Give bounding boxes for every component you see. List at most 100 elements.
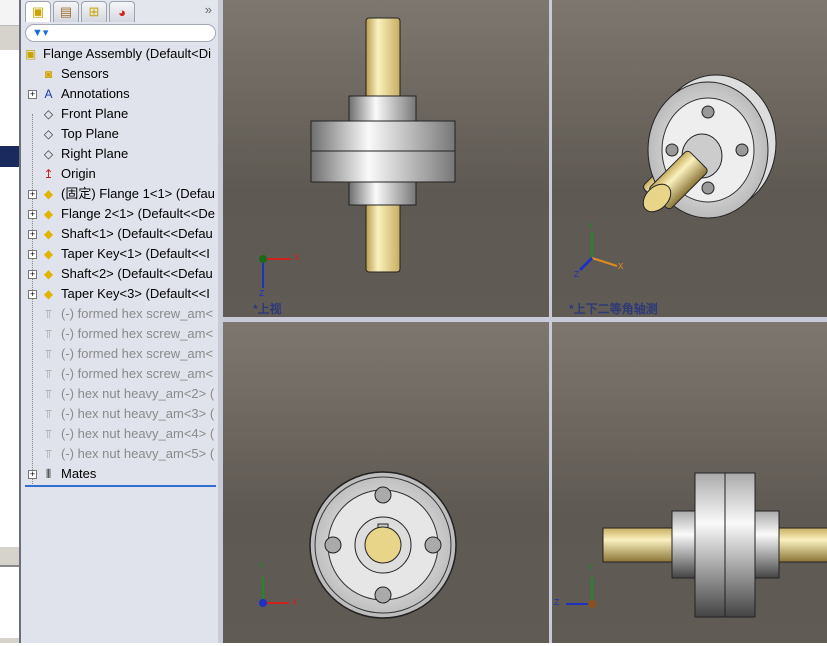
tree-item-label: (固定) Flange 1<1> (Defau (61, 186, 215, 201)
plane-icon: ◇ (43, 107, 54, 121)
plane-icon: ◇ (43, 147, 54, 161)
screw-icon: ⫪ (45, 407, 52, 421)
tree-item[interactable]: ◇ Front Plane (21, 104, 216, 124)
axis-z-label: Z (554, 598, 560, 608)
axis-z-label: Z (259, 289, 265, 299)
tree-item[interactable]: + ◆ (固定) Flange 1<1> (Defau (21, 184, 216, 204)
tree-item-label: Front Plane (61, 106, 129, 121)
assembly-icon: ▣ (24, 47, 37, 61)
tree-item[interactable]: ⫪ (-) formed hex screw_am< (21, 304, 216, 324)
tab-propertymanager[interactable]: ▤ (53, 1, 79, 22)
tree-item[interactable]: ◇ Top Plane (21, 124, 216, 144)
model-isometric-view (578, 74, 777, 272)
filter-icon: ▼▾ (32, 27, 49, 39)
expand-button[interactable]: + (28, 190, 37, 199)
tree-item[interactable]: ⫪ (-) formed hex screw_am< (21, 344, 216, 364)
expand-button[interactable]: + (28, 290, 37, 299)
origin-icon: ↥ (43, 167, 54, 181)
screw-icon: ⫪ (45, 447, 52, 461)
screw-icon: ⫪ (45, 307, 52, 321)
panel-tabs: ▣ ▤ ⊞ ◕ » (21, 0, 218, 22)
tree-item-label: Annotations (61, 86, 130, 101)
tree-item[interactable]: + ◆ Taper Key<1> (Default<<I (21, 244, 216, 264)
tree-item[interactable]: ⫪ (-) hex nut heavy_am<5> ( (21, 444, 216, 464)
tree-item-label: (-) hex nut heavy_am<3> ( (61, 406, 215, 421)
tree-item-label: Taper Key<1> (Default<<I (61, 246, 210, 261)
model-right-view (566, 472, 827, 618)
appearance-icon: ◕ (118, 4, 126, 20)
part-icon: ◆ (43, 207, 54, 221)
tree-item[interactable]: ⫪ (-) formed hex screw_am< (21, 364, 216, 384)
tree-item[interactable]: ↥ Origin (21, 164, 216, 184)
tree-item-label: Right Plane (61, 146, 129, 161)
tree-item-label: Flange 2<1> (Default<<De (61, 206, 215, 221)
axis-x-label: X (294, 253, 300, 263)
tree-item[interactable]: ⫪ (-) hex nut heavy_am<3> ( (21, 404, 216, 424)
properties-icon: ▤ (59, 4, 73, 19)
expand-button[interactable]: + (28, 230, 37, 239)
tree-item-label: (-) hex nut heavy_am<5> ( (61, 446, 215, 461)
axis-x-label: X (618, 262, 624, 272)
tree-item-label: Shaft<2> (Default<<Defau (61, 266, 213, 281)
viewport-top-left[interactable]: X Z *上视 (223, 0, 549, 317)
tree-item[interactable]: + ◆ Flange 2<1> (Default<<De (21, 204, 216, 224)
tree-item-label: Sensors (61, 66, 109, 81)
part-icon: ◆ (43, 267, 54, 281)
tree-item[interactable]: ⫪ (-) hex nut heavy_am<4> ( (21, 424, 216, 444)
axis-z-label: Z (574, 270, 580, 280)
sensor-folder-icon: ◙ (44, 67, 53, 81)
tree-item-label: (-) formed hex screw_am< (61, 326, 214, 341)
tree-item-label: (-) hex nut heavy_am<4> ( (61, 426, 215, 441)
tree-item[interactable]: + ◆ Shaft<1> (Default<<Defau (21, 224, 216, 244)
tree-item-label: Flange Assembly (Default<Di (43, 46, 211, 61)
expand-button[interactable]: + (28, 250, 37, 259)
tree-item-label: (-) formed hex screw_am< (61, 306, 214, 321)
screw-icon: ⫪ (45, 347, 52, 361)
part-icon: ◆ (43, 247, 54, 261)
tree-item-label: Top Plane (61, 126, 119, 141)
expand-button[interactable]: + (28, 210, 37, 219)
feature-tree: ▣ Flange Assembly (Default<Di ◙ Sensors + A An… (21, 44, 216, 484)
viewport-bottom-right[interactable]: Y Z (552, 322, 827, 643)
viewport-bottom-left[interactable]: Y X (223, 322, 549, 643)
model-top-view (259, 17, 456, 288)
tree-item-label: Mates (61, 466, 97, 481)
assembly-icon: ▣ (31, 4, 45, 19)
tree-item-label: (-) formed hex screw_am< (61, 366, 214, 381)
tree-divider[interactable] (25, 485, 216, 487)
feature-manager-panel: ▣ ▤ ⊞ ◕ » ▼▾ ▣ Flange Assembly (Default<D… (19, 0, 221, 643)
tree-item-label: (-) hex nut heavy_am<2> ( (61, 386, 215, 401)
axis-y-label: Y (588, 563, 594, 573)
tree-item[interactable]: ⫪ (-) hex nut heavy_am<2> ( (21, 384, 216, 404)
tree-item[interactable]: + ◆ Taper Key<3> (Default<<I (21, 284, 216, 304)
axis-y-label: Y (259, 562, 265, 572)
expand-tabs-button[interactable]: » (205, 2, 212, 17)
tree-item-label: (-) formed hex screw_am< (61, 346, 214, 361)
tree-item[interactable]: ⫪ (-) formed hex screw_am< (21, 324, 216, 344)
tree-item[interactable]: + ⦀ Mates (21, 464, 216, 484)
tree-item[interactable]: + A Annotations (21, 84, 216, 104)
expand-button[interactable]: + (28, 470, 37, 479)
mates-icon: ⦀ (45, 467, 52, 481)
screw-icon: ⫪ (45, 367, 52, 381)
tree-item[interactable]: ◇ Right Plane (21, 144, 216, 164)
tab-displaymanager[interactable]: ◕ (109, 1, 135, 22)
expand-button[interactable]: + (28, 90, 37, 99)
background-window-strip (0, 0, 19, 643)
model-front-view (259, 471, 457, 619)
tree-item[interactable]: + ◆ Shaft<2> (Default<<Defau (21, 264, 216, 284)
expand-button[interactable]: + (28, 270, 37, 279)
tab-featuremanager[interactable]: ▣ (25, 1, 51, 22)
tab-configurationmanager[interactable]: ⊞ (81, 1, 107, 22)
plane-icon: ◇ (43, 127, 54, 141)
tree-item-label: Shaft<1> (Default<<Defau (61, 226, 213, 241)
filter-input[interactable]: ▼▾ (25, 24, 216, 42)
graphics-area[interactable]: X Z *上视 Y X Z *上下二等角轴测 Y X Y Z (221, 0, 827, 643)
tree-item[interactable]: ▣ Flange Assembly (Default<Di (21, 44, 216, 64)
config-icon: ⊞ (88, 4, 100, 19)
viewport-top-right[interactable]: Y X Z *上下二等角轴测 (552, 0, 827, 317)
part-icon: ◆ (43, 187, 54, 201)
axis-x-label: X (292, 598, 298, 608)
screw-icon: ⫪ (45, 327, 52, 341)
tree-item[interactable]: ◙ Sensors (21, 64, 216, 84)
